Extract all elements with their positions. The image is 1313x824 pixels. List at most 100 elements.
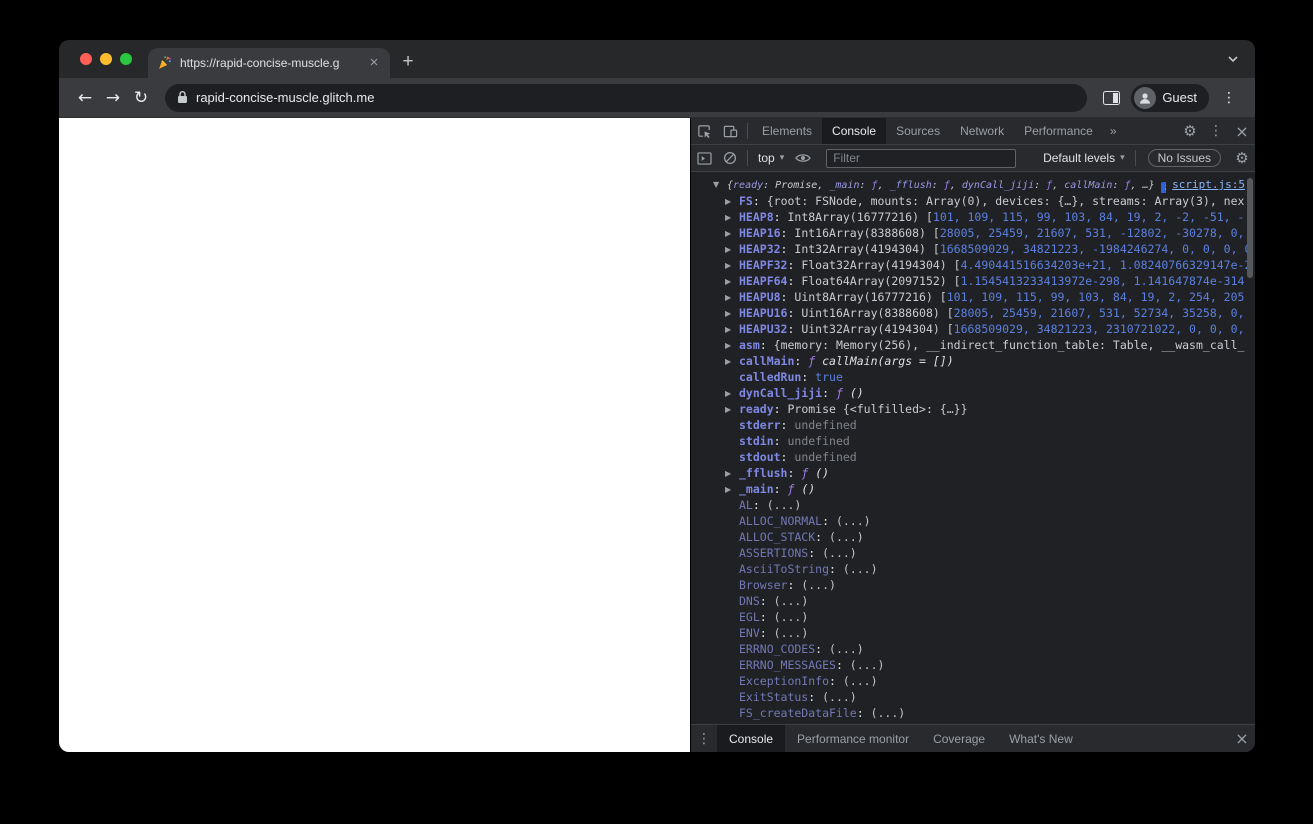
console-line: ▶ FS: {root: FSNode, mounts: Array(0), de… — [691, 193, 1255, 209]
drawer-tab-what-s-new[interactable]: What's New — [997, 725, 1085, 752]
console-line: ▶ HEAP8: Int8Array(16777216) [101, 109, 1… — [691, 209, 1255, 225]
console-sidebar-icon[interactable] — [691, 145, 717, 171]
expand-arrow-icon[interactable]: ▶ — [725, 210, 739, 225]
property-key: stderr — [739, 418, 781, 432]
scrollbar-thumb[interactable] — [1247, 178, 1253, 278]
expand-arrow-icon[interactable]: ▶ — [725, 194, 739, 209]
getter-ellipsis[interactable]: (...) — [836, 514, 871, 528]
browser-menu-icon[interactable]: ⋮ — [1215, 84, 1243, 112]
devtools-tab-network[interactable]: Network — [950, 118, 1014, 144]
execution-context-selector[interactable]: top ▾ — [752, 151, 790, 165]
settings-gear-icon[interactable]: ⚙ — [1177, 118, 1203, 144]
expand-arrow-icon[interactable]: ▶ — [725, 402, 739, 417]
devtools-close-icon[interactable]: × — [1229, 118, 1255, 144]
minimize-window-button[interactable] — [100, 53, 112, 65]
expand-arrow-icon[interactable]: ▶ — [725, 482, 739, 497]
collapse-arrow-icon[interactable]: ▼ — [713, 177, 727, 193]
console-token: : — [856, 706, 871, 720]
devtools-tab-elements[interactable]: Elements — [752, 118, 822, 144]
property-key: _main — [739, 482, 774, 496]
getter-ellipsis[interactable]: (...) — [843, 562, 878, 576]
tab-search-chevron-icon[interactable] — [1227, 55, 1239, 63]
getter-ellipsis[interactable]: (...) — [850, 658, 885, 672]
devtools-menu-icon[interactable]: ⋮ — [1203, 118, 1229, 144]
console-token: : — [815, 530, 830, 544]
console-token: : — [780, 290, 795, 304]
getter-ellipsis[interactable]: (...) — [871, 706, 906, 720]
console-token: : — [787, 306, 802, 320]
profile-button[interactable]: Guest — [1131, 83, 1209, 112]
console-line: ExitStatus: (...) — [691, 689, 1255, 705]
fullscreen-window-button[interactable] — [120, 53, 132, 65]
property-key: ALLOC_NORMAL — [739, 514, 823, 528]
console-token: : — [1112, 180, 1125, 191]
expand-arrow-icon[interactable]: ▶ — [725, 258, 739, 273]
console-token: : — [773, 482, 788, 496]
drawer-tab-performance-monitor[interactable]: Performance monitor — [785, 725, 921, 752]
property-key: HEAPU8 — [739, 290, 781, 304]
getter-ellipsis[interactable]: (...) — [822, 690, 857, 704]
devtools-tab-sources[interactable]: Sources — [886, 118, 950, 144]
live-expression-eye-icon[interactable] — [790, 145, 816, 171]
expand-arrow-icon[interactable]: ▶ — [725, 466, 739, 481]
property-key: ERRNO_MESSAGES — [739, 658, 836, 672]
drawer-tab-coverage[interactable]: Coverage — [921, 725, 997, 752]
console-token: Int32Array(4194304) [ — [794, 242, 940, 256]
new-tab-button[interactable]: + — [394, 48, 422, 78]
expand-arrow-icon[interactable]: ▶ — [725, 322, 739, 337]
source-link[interactable]: script.js:5 — [1166, 177, 1245, 193]
property-key: HEAP16 — [739, 226, 781, 240]
separator — [1134, 150, 1136, 166]
console-line: ▶ HEAP32: Int32Array(4194304) [1668509029… — [691, 241, 1255, 257]
clear-console-icon[interactable] — [717, 145, 743, 171]
devtools-tab-performance[interactable]: Performance — [1014, 118, 1103, 144]
tab-close-icon[interactable]: × — [366, 55, 382, 71]
drawer-menu-icon[interactable]: ⋮ — [691, 726, 717, 752]
console-token: : — [780, 226, 795, 240]
getter-ellipsis[interactable]: (...) — [801, 578, 836, 592]
side-panel-icon[interactable] — [1097, 84, 1125, 112]
getter-ellipsis[interactable]: (...) — [822, 546, 857, 560]
console-filter-input[interactable] — [826, 148, 1017, 168]
console-settings-gear-icon[interactable]: ⚙ — [1229, 145, 1255, 171]
forward-button[interactable]: → — [99, 84, 127, 112]
getter-ellipsis[interactable]: (...) — [774, 610, 809, 624]
expand-arrow-icon[interactable]: ▶ — [725, 274, 739, 289]
desktop: https://rapid-concise-muscle.g × + ← → ↻ — [0, 0, 1313, 824]
getter-ellipsis[interactable]: (...) — [829, 530, 864, 544]
property-key: ALLOC_STACK — [739, 530, 816, 544]
getter-ellipsis[interactable]: (...) — [843, 674, 878, 688]
console-token: undefined — [794, 418, 857, 432]
expand-arrow-icon[interactable]: ▶ — [725, 338, 739, 353]
content-area: Elements Console Sources Network Performance… — [59, 118, 1255, 752]
getter-ellipsis[interactable]: (...) — [829, 642, 864, 656]
devtools-tab-console[interactable]: Console — [822, 118, 887, 144]
more-tabs-icon[interactable]: » — [1103, 124, 1124, 138]
console-token: , — [877, 180, 890, 191]
getter-ellipsis[interactable]: (...) — [774, 594, 809, 608]
expand-arrow-icon[interactable]: ▶ — [725, 354, 739, 369]
console-token: : — [759, 610, 774, 624]
console-line: ASSERTIONS: (...) — [691, 545, 1255, 561]
device-toolbar-icon[interactable] — [717, 118, 743, 144]
property-key: HEAPU32 — [739, 322, 788, 336]
drawer-tab-console[interactable]: Console — [717, 725, 786, 752]
getter-ellipsis[interactable]: (...) — [767, 498, 802, 512]
close-window-button[interactable] — [80, 53, 92, 65]
getter-ellipsis[interactable]: (...) — [774, 626, 809, 640]
expand-arrow-icon[interactable]: ▶ — [725, 226, 739, 241]
expand-arrow-icon[interactable]: ▶ — [725, 242, 739, 257]
log-levels-selector[interactable]: Default levels ▾ — [1037, 151, 1131, 165]
inspect-element-icon[interactable] — [691, 118, 717, 144]
expand-arrow-icon[interactable]: ▶ — [725, 290, 739, 305]
back-button[interactable]: ← — [71, 84, 99, 112]
drawer-close-icon[interactable]: × — [1229, 726, 1255, 752]
browser-tab[interactable]: https://rapid-concise-muscle.g × — [148, 48, 390, 78]
expand-arrow-icon[interactable]: ▶ — [725, 306, 739, 321]
devtools-tabs: Elements Console Sources Network Performance — [752, 118, 1103, 144]
reload-button[interactable]: ↻ — [127, 84, 155, 112]
address-bar[interactable]: rapid-concise-muscle.glitch.me — [165, 83, 1088, 112]
browser-toolbar: ← → ↻ rapid-concise-muscle.glitch.me Gue… — [59, 78, 1255, 118]
issues-badge[interactable]: No Issues — [1147, 149, 1221, 167]
expand-arrow-icon[interactable]: ▶ — [725, 386, 739, 401]
